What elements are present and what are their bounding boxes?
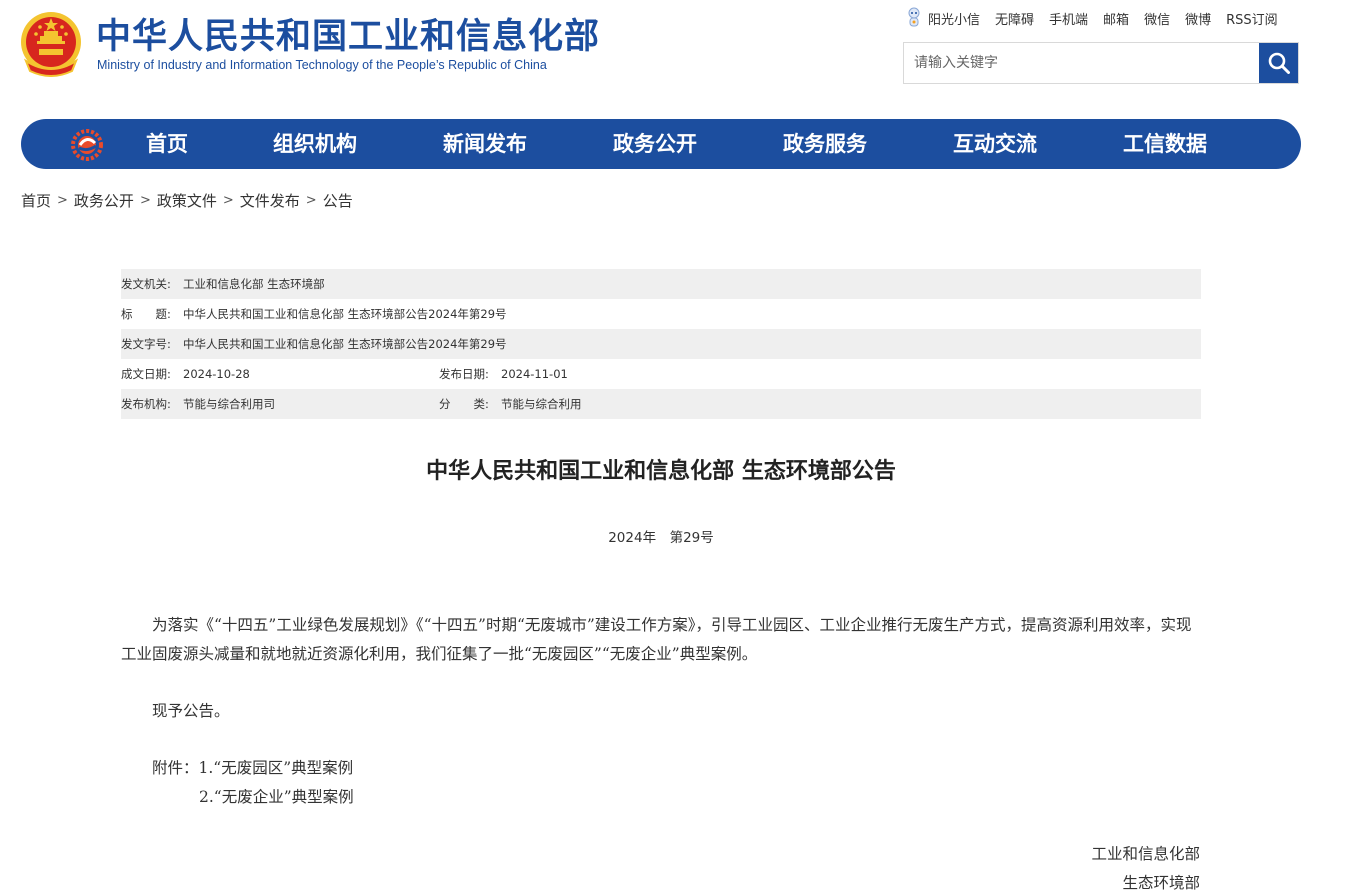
- top-link-weibo[interactable]: 微博: [1185, 9, 1211, 28]
- breadcrumb-separator: >: [222, 192, 234, 208]
- meta-row-doc-no: 发文字号: 中华人民共和国工业和信息化部 生态环境部公告2024年第29号: [121, 329, 1201, 359]
- signature-miit: 工业和信息化部: [1091, 845, 1200, 863]
- breadcrumb-policy-docs[interactable]: 政策文件: [157, 190, 217, 211]
- top-links: 阳光小信 无障碍 手机端 邮箱 微信 微博 RSS订阅: [906, 7, 1278, 29]
- breadcrumb-separator: >: [57, 192, 68, 208]
- search-box: [903, 42, 1299, 84]
- top-link-rss[interactable]: RSS订阅: [1226, 9, 1278, 28]
- document-paragraph: 现予公告。: [152, 702, 230, 720]
- breadcrumb-separator: >: [305, 192, 317, 208]
- site-subtitle: Ministry of Industry and Information Tec…: [97, 58, 547, 72]
- nav-government-affairs[interactable]: 政务公开: [613, 119, 697, 169]
- nav-interaction[interactable]: 互动交流: [953, 119, 1037, 169]
- breadcrumb: 首页 > 政务公开 > 政策文件 > 文件发布 > 公告: [21, 189, 353, 211]
- document-number: 2024年 第29号: [608, 530, 714, 546]
- agency-value: 节能与综合利用司: [183, 397, 275, 411]
- nav-services[interactable]: 政务服务: [783, 119, 867, 169]
- nav-organization[interactable]: 组织机构: [273, 119, 357, 169]
- top-link-wechat[interactable]: 微信: [1144, 9, 1170, 28]
- search-icon: [1268, 52, 1290, 74]
- breadcrumb-announcement[interactable]: 公告: [323, 190, 353, 211]
- breadcrumb-government-affairs[interactable]: 政务公开: [74, 190, 134, 211]
- nav-data[interactable]: 工信数据: [1123, 119, 1207, 169]
- robot-icon[interactable]: [906, 7, 922, 29]
- written-date-value: 2024-10-28: [183, 367, 250, 381]
- top-link-accessibility[interactable]: 无障碍: [995, 9, 1034, 28]
- nav-home[interactable]: 首页: [146, 119, 188, 169]
- doc-no-label: 发文字号:: [121, 337, 171, 351]
- breadcrumb-separator: >: [139, 192, 151, 208]
- publish-date-value: 2024-11-01: [501, 367, 568, 381]
- meta-row-title: 标 题: 中华人民共和国工业和信息化部 生态环境部公告2024年第29号: [121, 299, 1201, 329]
- attachment-link-2[interactable]: 2.“无废企业”典型案例: [199, 783, 799, 812]
- attachment-label: 附件：: [152, 759, 199, 777]
- document-heading: 中华人民共和国工业和信息化部 生态环境部公告: [426, 459, 896, 484]
- attachment-link-1[interactable]: 1.“无废园区”典型案例: [199, 759, 354, 777]
- signature-mee: 生态环境部: [1122, 874, 1200, 892]
- title-label: 标 题:: [121, 307, 171, 321]
- miit-logo-icon: [71, 129, 103, 161]
- written-date-label: 成文日期:: [121, 367, 171, 381]
- search-button[interactable]: [1259, 43, 1298, 83]
- meta-row-dates: 成文日期: 2024-10-28 发布日期: 2024-11-01: [121, 359, 1201, 389]
- nav-news[interactable]: 新闻发布: [443, 119, 527, 169]
- attachments-block: 附件：1.“无废园区”典型案例: [152, 754, 752, 783]
- national-emblem-icon: [20, 11, 82, 77]
- document-meta-table: 发文机关: 工业和信息化部 生态环境部 标 题: 中华人民共和国工业和信息化部 …: [121, 269, 1201, 419]
- breadcrumb-doc-release[interactable]: 文件发布: [240, 190, 300, 211]
- category-label: 分 类:: [439, 397, 489, 411]
- title-value: 中华人民共和国工业和信息化部 生态环境部公告2024年第29号: [183, 307, 507, 321]
- publish-date-label: 发布日期:: [439, 367, 489, 381]
- breadcrumb-home[interactable]: 首页: [21, 190, 51, 211]
- category-value: 节能与综合利用: [501, 397, 582, 411]
- issuer-value: 工业和信息化部 生态环境部: [183, 277, 325, 291]
- issuer-label: 发文机关:: [121, 277, 171, 291]
- top-link-sunshine[interactable]: 阳光小信: [928, 9, 980, 28]
- top-link-mobile[interactable]: 手机端: [1049, 9, 1088, 28]
- meta-row-agency: 发布机构: 节能与综合利用司 分 类: 节能与综合利用: [121, 389, 1201, 419]
- document-paragraph: 为落实《“十四五”工业绿色发展规划》《“十四五”时期“无废城市”建设工作方案》，…: [121, 616, 1192, 663]
- agency-label: 发布机构:: [121, 397, 171, 411]
- top-link-email[interactable]: 邮箱: [1103, 9, 1129, 28]
- doc-no-value: 中华人民共和国工业和信息化部 生态环境部公告2024年第29号: [183, 337, 507, 351]
- site-title[interactable]: 中华人民共和国工业和信息化部: [96, 14, 600, 60]
- search-input[interactable]: [904, 43, 1254, 83]
- meta-row-issuer: 发文机关: 工业和信息化部 生态环境部: [121, 269, 1201, 299]
